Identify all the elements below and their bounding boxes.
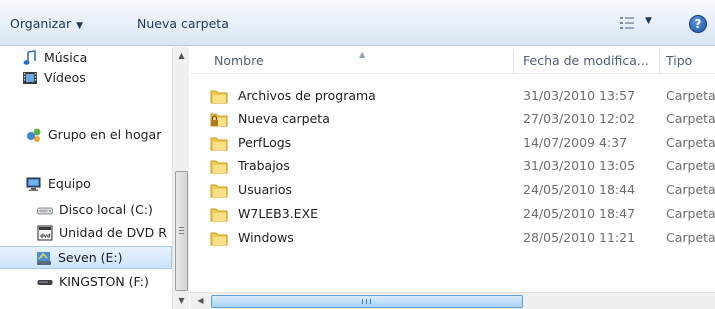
file-list-horizontal-scrollbar[interactable]: ◀ <box>190 292 715 309</box>
removable-drive-icon <box>37 280 53 285</box>
nav-item-label: Equipo <box>48 176 91 191</box>
file-date: 27/03/2010 12:02 <box>523 111 636 126</box>
sort-ascending-icon: ▲ <box>359 50 366 59</box>
file-date: 31/03/2010 13:57 <box>523 88 636 103</box>
scroll-down-icon[interactable]: ▼ <box>173 292 190 309</box>
file-date: 31/03/2010 13:05 <box>523 158 636 173</box>
file-list-pane: Nombre ▲ Fecha de modifica... Tipo Archi… <box>190 47 715 309</box>
nav-item-label: KINGSTON (F:) <box>59 274 149 289</box>
file-type: Carpeta <box>666 158 715 173</box>
grip-icon <box>362 299 371 304</box>
file-row[interactable]: Windows 28/05/2010 11:21 Carpeta <box>210 227 715 249</box>
file-type: Carpeta <box>666 111 715 126</box>
navigation-scrollbar[interactable]: ▲ ▼ <box>172 47 189 309</box>
scroll-thumb[interactable] <box>175 171 188 291</box>
nav-item-label: Disco local (C:) <box>59 202 153 217</box>
nav-item-seven-e[interactable]: Seven (E:) <box>0 246 172 269</box>
file-name: PerfLogs <box>238 135 292 150</box>
folder-icon <box>210 232 228 246</box>
command-bar: Organizar ▼ Nueva carpeta ▼ ? <box>0 0 715 46</box>
file-name: Trabajos <box>238 158 290 173</box>
column-header-type[interactable]: Tipo <box>666 47 692 74</box>
file-type: Carpeta <box>666 182 715 197</box>
file-name: Nueva carpeta <box>238 111 330 126</box>
chevron-down-icon: ▼ <box>645 16 652 26</box>
column-divider[interactable] <box>659 49 660 73</box>
scroll-up-icon[interactable]: ▲ <box>173 47 190 64</box>
videos-library-icon <box>23 72 37 84</box>
file-date: 14/07/2009 4:37 <box>523 135 628 150</box>
file-row[interactable]: Nueva carpeta 27/03/2010 12:02 Carpeta <box>210 108 715 130</box>
scroll-left-icon[interactable]: ◀ <box>192 293 209 309</box>
organize-button[interactable]: Organizar ▼ <box>10 14 83 34</box>
music-library-icon <box>23 50 36 65</box>
locked-folder-icon <box>210 113 228 127</box>
organize-label: Organizar <box>10 16 72 31</box>
homegroup-icon <box>27 128 41 142</box>
grip-icon <box>179 227 184 234</box>
view-options-icon <box>620 17 634 29</box>
file-name: Windows <box>238 230 294 245</box>
dvd-drive-icon: dvd <box>37 225 53 241</box>
file-name: Archivos de programa <box>238 88 376 103</box>
nav-item-homegroup[interactable]: Grupo en el hogar <box>26 124 172 146</box>
svg-text:dvd: dvd <box>40 234 51 240</box>
file-date: 28/05/2010 11:21 <box>523 230 636 245</box>
nav-item-music[interactable]: Música <box>22 47 172 69</box>
file-row[interactable]: Trabajos 31/03/2010 13:05 Carpeta <box>210 155 715 177</box>
folder-icon <box>210 208 228 222</box>
folder-icon <box>210 160 228 174</box>
help-icon[interactable]: ? <box>689 15 707 33</box>
hard-drive-icon <box>37 207 53 215</box>
nav-item-label: Vídeos <box>44 70 86 85</box>
file-type: Carpeta <box>666 135 715 150</box>
nav-item-label: Seven (E:) <box>58 250 123 265</box>
folder-icon <box>210 90 228 104</box>
nav-item-dvd-drive[interactable]: dvd Unidad de DVD R <box>37 222 172 244</box>
nav-item-videos[interactable]: Vídeos <box>22 67 172 89</box>
folder-icon <box>210 184 228 198</box>
view-options-button[interactable]: ▼ <box>620 16 660 32</box>
chevron-down-icon: ▼ <box>76 21 84 31</box>
file-row[interactable]: Usuarios 24/05/2010 18:44 Carpeta <box>210 179 715 201</box>
nav-item-computer[interactable]: Equipo <box>26 173 172 195</box>
file-row[interactable]: W7LEB3.EXE 24/05/2010 18:47 Carpeta <box>210 203 715 225</box>
file-row[interactable]: Archivos de programa 31/03/2010 13:57 Ca… <box>210 85 715 107</box>
new-folder-button[interactable]: Nueva carpeta <box>137 14 229 34</box>
nav-item-label: Grupo en el hogar <box>48 127 162 142</box>
column-header-name[interactable]: Nombre <box>214 47 264 74</box>
column-header-date[interactable]: Fecha de modifica... <box>523 47 649 74</box>
file-date: 24/05/2010 18:47 <box>523 206 636 221</box>
file-name: W7LEB3.EXE <box>238 206 319 221</box>
file-type: Carpeta <box>666 206 715 221</box>
navigation-pane: Música Vídeos Grupo en el hogar Equipo D… <box>0 47 172 309</box>
computer-icon <box>26 177 41 191</box>
file-row[interactable]: PerfLogs 14/07/2009 4:37 Carpeta <box>210 132 715 154</box>
nav-item-kingston-f[interactable]: KINGSTON (F:) <box>37 271 172 293</box>
file-type: Carpeta <box>666 88 715 103</box>
nav-item-label: Unidad de DVD R <box>59 225 167 240</box>
nav-item-label: Música <box>44 50 88 65</box>
file-type: Carpeta <box>666 230 715 245</box>
nav-item-local-disk-c[interactable]: Disco local (C:) <box>37 199 172 221</box>
column-divider[interactable] <box>513 49 514 73</box>
column-headers: Nombre ▲ Fecha de modifica... Tipo <box>190 47 715 74</box>
file-name: Usuarios <box>238 182 293 197</box>
file-date: 24/05/2010 18:44 <box>523 182 636 197</box>
usb-drive-icon <box>37 252 51 265</box>
scroll-thumb[interactable] <box>211 295 523 308</box>
folder-icon <box>210 137 228 151</box>
